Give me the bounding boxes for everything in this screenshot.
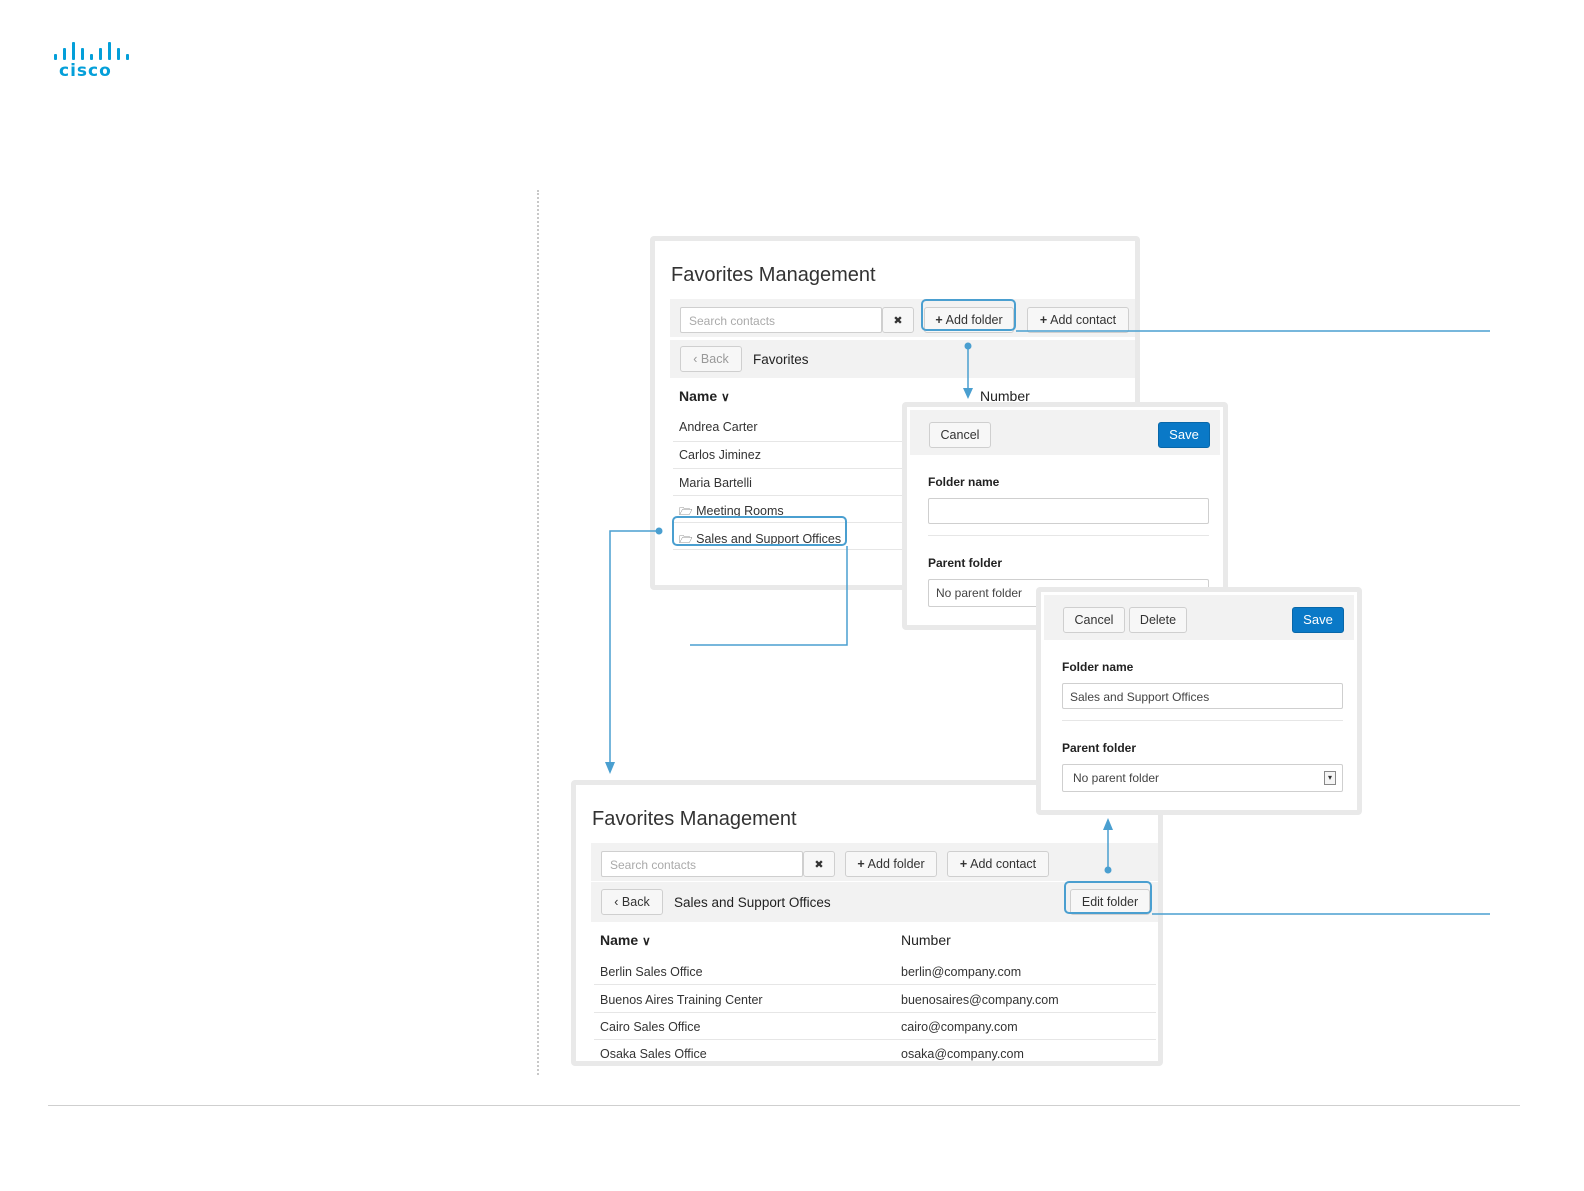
page-title: Favorites Management	[592, 808, 797, 830]
column-header-name[interactable]: Name ∨	[679, 388, 730, 404]
column-header-name[interactable]: Name ∨	[600, 932, 651, 948]
highlight-add-folder	[921, 299, 1016, 331]
list-item[interactable]: Maria Bartelli	[679, 476, 752, 490]
parent-folder-label: Parent folder	[928, 556, 1003, 570]
chevron-down-icon: ∨	[721, 390, 730, 404]
table-row-name[interactable]: Cairo Sales Office	[600, 1020, 701, 1034]
highlight-sales-folder	[672, 516, 847, 546]
add-contact-button[interactable]: + Add contact	[947, 851, 1049, 877]
cisco-logo-bars	[54, 40, 129, 60]
table-row-name[interactable]: Buenos Aires Training Center	[600, 993, 763, 1007]
breadcrumb: Sales and Support Offices	[674, 895, 831, 910]
table-row-number: cairo@company.com	[901, 1020, 1018, 1034]
add-contact-label: Add contact	[1050, 313, 1117, 327]
dropdown-arrow-icon[interactable]: ▾	[1324, 771, 1336, 785]
favorites-panel-bottom: Favorites Management Search contacts ✖ +…	[571, 780, 1163, 1066]
cisco-logo: cisco	[52, 40, 132, 84]
toolbar: Search contacts ✖ + Add folder + Add conta…	[670, 299, 1135, 337]
column-name-label: Name	[679, 388, 718, 404]
folder-name-field[interactable]	[928, 498, 1209, 524]
folder-name-label: Folder name	[928, 475, 1000, 489]
clear-search-button[interactable]: ✖	[882, 307, 914, 333]
plus-icon: +	[1039, 313, 1048, 327]
back-label: Back	[621, 895, 650, 909]
plus-icon: +	[959, 857, 968, 871]
row-divider	[594, 1039, 1156, 1040]
folder-name-label: Folder name	[1062, 660, 1134, 674]
close-icon: ✖	[893, 315, 903, 327]
column-name-label: Name	[600, 932, 639, 948]
breadcrumb-bar: ‹ Back Favorites	[670, 340, 1135, 378]
add-folder-label: Add folder	[867, 857, 925, 871]
clear-search-button[interactable]: ✖	[803, 851, 835, 877]
table-row-number: osaka@company.com	[901, 1047, 1024, 1061]
save-button[interactable]: Save	[1292, 607, 1344, 633]
delete-button[interactable]: Delete	[1129, 607, 1187, 633]
add-contact-label: Add contact	[970, 857, 1037, 871]
search-input[interactable]: Search contacts	[601, 851, 803, 877]
row-divider	[594, 984, 1156, 985]
search-input[interactable]: Search contacts	[680, 307, 882, 333]
plus-icon: +	[857, 857, 865, 871]
parent-folder-value: No parent folder	[1073, 771, 1160, 785]
back-button[interactable]: ‹ Back	[680, 346, 742, 372]
back-button[interactable]: ‹ Back	[601, 889, 663, 915]
toolbar: Search contacts ✖ + Add folder + Add conta…	[591, 843, 1158, 881]
save-button[interactable]: Save	[1158, 422, 1210, 448]
edit-folder-dialog: Cancel Delete Save Folder name Sales and…	[1036, 587, 1362, 815]
breadcrumb: Favorites	[753, 352, 809, 367]
highlight-edit-folder	[1064, 881, 1152, 914]
list-item[interactable]: Andrea Carter	[679, 420, 758, 434]
table-row-name[interactable]: Berlin Sales Office	[600, 965, 703, 979]
parent-folder-label: Parent folder	[1062, 741, 1137, 755]
column-header-number: Number	[901, 932, 951, 948]
add-contact-button[interactable]: + Add contact	[1027, 307, 1129, 333]
page-title: Favorites Management	[671, 264, 876, 286]
add-folder-button[interactable]: + Add folder	[845, 851, 937, 877]
cancel-button[interactable]: Cancel	[1063, 607, 1125, 633]
list-item[interactable]: Carlos Jiminez	[679, 448, 761, 462]
chevron-left-icon: ‹	[693, 352, 701, 366]
cisco-logo-text: cisco	[59, 61, 112, 81]
back-label: Back	[700, 352, 729, 366]
dialog-toolbar: Cancel Save	[910, 410, 1220, 455]
footer-rule	[48, 1105, 1520, 1106]
table-row-number: buenosaires@company.com	[901, 993, 1059, 1007]
cancel-button[interactable]: Cancel	[929, 422, 991, 448]
dialog-toolbar: Cancel Delete Save	[1044, 595, 1354, 640]
close-icon: ✖	[814, 859, 824, 871]
divider	[928, 535, 1209, 536]
divider	[1062, 720, 1343, 721]
parent-folder-select[interactable]: No parent folder	[1062, 764, 1343, 792]
folder-name-field[interactable]: Sales and Support Offices	[1062, 683, 1343, 709]
dotted-divider	[537, 190, 539, 1075]
table-row-name[interactable]: Osaka Sales Office	[600, 1047, 707, 1061]
table-row-number: berlin@company.com	[901, 965, 1022, 979]
chevron-left-icon: ‹	[614, 895, 622, 909]
row-divider	[594, 1012, 1156, 1013]
chevron-down-icon: ∨	[642, 934, 651, 948]
